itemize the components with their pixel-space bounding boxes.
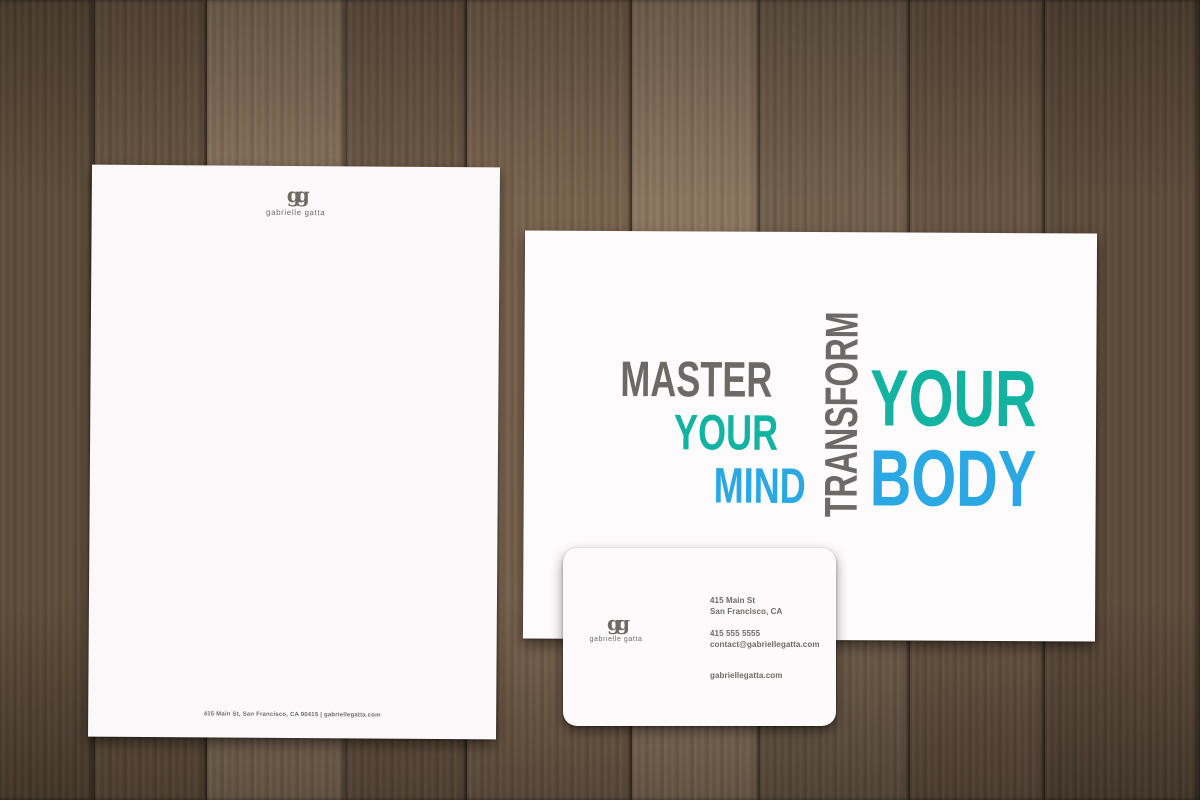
letterhead-sheet: gg gabrielle gatta 415 Main St, San Fran…: [88, 164, 500, 740]
postcard-word-mind: MIND: [713, 457, 806, 514]
business-card-contact-info: 415 Main St San Francisco, CA 415 555 55…: [710, 595, 820, 681]
business-card-brand-name: gabrielle gatta: [589, 636, 643, 643]
monogram-logo-icon: gg: [286, 182, 305, 208]
letterhead-footer: 415 Main St, San Francisco, CA 90415 | g…: [203, 711, 381, 719]
letterhead-brand-name: gabrielle gatta: [266, 207, 326, 218]
business-card-logo: gg gabrielle gatta: [587, 611, 645, 643]
letterhead-logo: gg gabrielle gatta: [92, 182, 500, 219]
business-card: gg gabrielle gatta 415 Main St San Franc…: [563, 548, 836, 726]
monogram-logo-icon: gg: [607, 611, 630, 635]
website: gabriellegatta.com: [710, 671, 783, 680]
postcard-word-transform: TRANSFORM: [814, 311, 868, 518]
postcard-word-body: BODY: [869, 433, 1037, 524]
postcard-word-your-top: YOUR: [673, 404, 779, 461]
address-line-1: 415 Main St: [710, 596, 756, 605]
wood-plank: [0, 0, 95, 800]
postcard-word-your-large: YOUR: [869, 353, 1037, 444]
postcard-word-master: MASTER: [620, 351, 773, 408]
address-line-2: San Francisco, CA: [710, 607, 783, 616]
email-address: contact@gabriellegatta.com: [710, 640, 820, 649]
phone-number: 415 555 5555: [710, 629, 761, 638]
